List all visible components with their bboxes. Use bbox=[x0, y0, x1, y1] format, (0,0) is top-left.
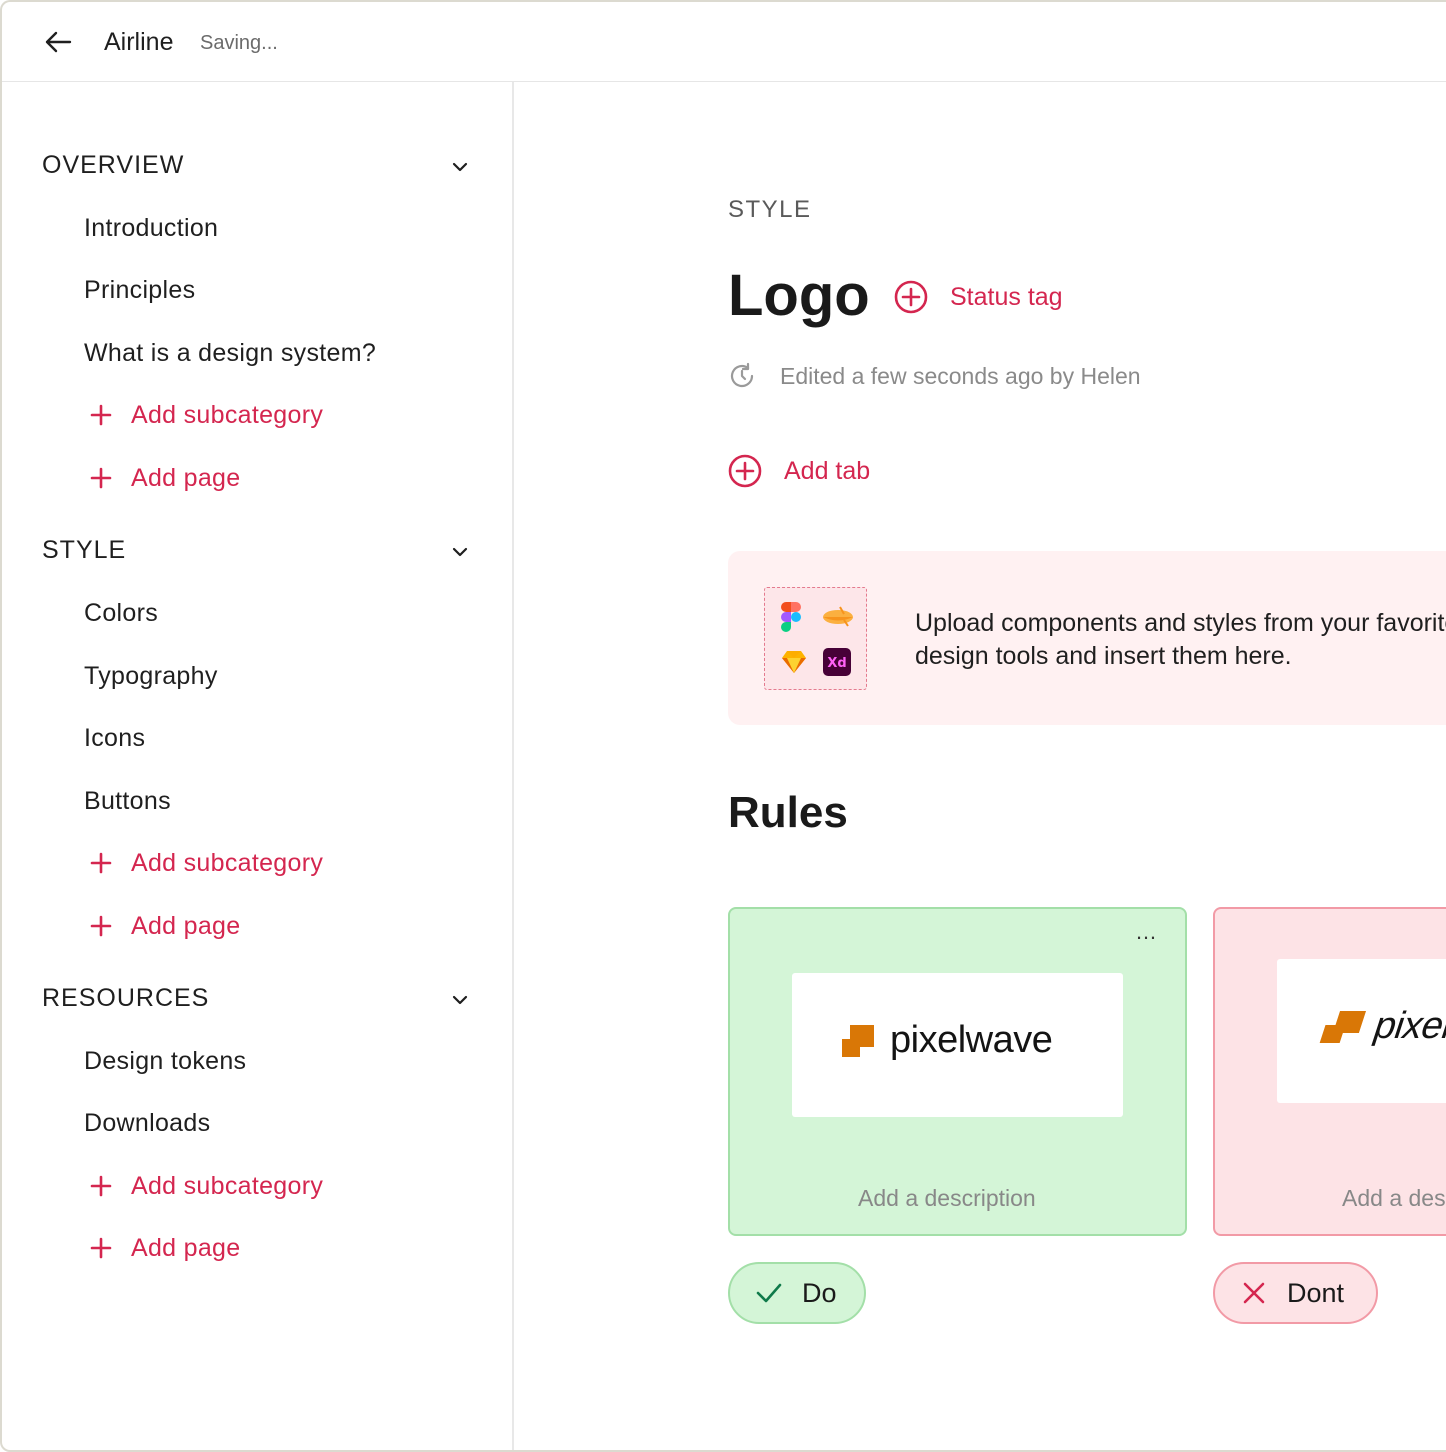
section-overview[interactable]: OVERVIEW bbox=[42, 145, 482, 185]
plus-icon bbox=[90, 1175, 112, 1197]
page-category: STYLE bbox=[728, 196, 812, 223]
add-tab-button[interactable]: Add tab bbox=[728, 454, 870, 488]
logo-wordmark: pixelwave bbox=[1368, 1005, 1446, 1047]
sidebar-item-icons[interactable]: Icons bbox=[84, 722, 145, 754]
rule-card-dont[interactable]: pixelwave Add a description bbox=[1213, 907, 1446, 1236]
chevron-down-icon bbox=[452, 162, 468, 172]
pixelwave-mark-icon bbox=[1319, 1010, 1367, 1043]
add-page-button[interactable]: Add page bbox=[90, 1232, 240, 1264]
section-style[interactable]: STYLE bbox=[42, 530, 482, 570]
status-tag-label: Status tag bbox=[950, 282, 1063, 311]
rules-heading: Rules bbox=[728, 788, 848, 837]
sidebar-item-buttons[interactable]: Buttons bbox=[84, 785, 171, 817]
chevron-down-icon bbox=[452, 995, 468, 1005]
logo-wordmark: pixelwave bbox=[890, 1019, 1053, 1061]
upload-banner[interactable]: Xd Upload components and styles from you… bbox=[728, 551, 1446, 725]
add-status-tag-button[interactable]: Status tag bbox=[894, 280, 1063, 314]
add-page-button[interactable]: Add page bbox=[90, 910, 240, 942]
add-page-label: Add page bbox=[131, 912, 241, 940]
plus-icon bbox=[90, 1237, 112, 1259]
abstract-icon bbox=[823, 606, 853, 627]
sidebar-item-downloads[interactable]: Downloads bbox=[84, 1107, 210, 1139]
add-subcategory-label: Add subcategory bbox=[131, 1172, 324, 1200]
save-status: Saving... bbox=[200, 32, 278, 54]
edit-history[interactable]: Edited a few seconds ago by Helen bbox=[728, 362, 1141, 390]
add-subcategory-button[interactable]: Add subcategory bbox=[90, 1170, 323, 1202]
sidebar-item-colors[interactable]: Colors bbox=[84, 597, 158, 629]
sketch-icon bbox=[782, 651, 806, 673]
do-label: Do bbox=[802, 1277, 837, 1308]
check-icon bbox=[756, 1283, 782, 1303]
description-placeholder[interactable]: Add a description bbox=[858, 1185, 1036, 1212]
figma-icon bbox=[781, 602, 801, 632]
pixelwave-logo: pixelwave bbox=[840, 1019, 1053, 1062]
dont-toggle-button[interactable]: Dont bbox=[1213, 1262, 1378, 1324]
plus-circle-icon bbox=[894, 280, 928, 314]
do-toggle-button[interactable]: Do bbox=[728, 1262, 866, 1324]
adobe-xd-icon: Xd bbox=[823, 648, 851, 676]
design-tools-dropzone[interactable]: Xd bbox=[764, 587, 867, 690]
section-resources[interactable]: RESOURCES bbox=[42, 978, 482, 1018]
logo-preview: pixelwave bbox=[1277, 959, 1446, 1103]
close-icon bbox=[1243, 1282, 1265, 1304]
upload-line-1: Upload components and styles from your f… bbox=[915, 609, 1446, 637]
rule-card-do[interactable]: … pixelwave Add a description bbox=[728, 907, 1187, 1236]
add-page-button[interactable]: Add page bbox=[90, 462, 240, 494]
plus-circle-icon bbox=[728, 454, 762, 488]
dont-label: Dont bbox=[1287, 1277, 1345, 1308]
page-title[interactable]: Logo bbox=[728, 262, 870, 330]
add-page-label: Add page bbox=[131, 1234, 241, 1262]
edited-text: Edited a few seconds ago by Helen bbox=[780, 362, 1141, 389]
history-icon bbox=[730, 362, 754, 388]
logo-preview: pixelwave bbox=[792, 973, 1123, 1117]
add-subcategory-button[interactable]: Add subcategory bbox=[90, 399, 323, 431]
arrow-left-icon bbox=[45, 31, 72, 53]
upload-line-2: design tools and insert them here. bbox=[915, 642, 1292, 670]
sidebar: OVERVIEW Introduction Principles What is… bbox=[2, 82, 514, 1450]
section-label: RESOURCES bbox=[42, 983, 210, 1012]
section-label: OVERVIEW bbox=[42, 150, 185, 179]
add-page-label: Add page bbox=[131, 464, 241, 492]
add-tab-label: Add tab bbox=[784, 456, 871, 485]
pixelwave-mark-icon bbox=[842, 1024, 874, 1057]
section-label: STYLE bbox=[42, 535, 127, 564]
description-placeholder[interactable]: Add a description bbox=[1342, 1185, 1446, 1212]
back-button[interactable] bbox=[40, 26, 76, 58]
plus-icon bbox=[90, 915, 112, 937]
app-window: Airline Saving... OVERVIEW Introduction … bbox=[0, 0, 1446, 1452]
plus-icon bbox=[90, 467, 112, 489]
sidebar-item-design-tokens[interactable]: Design tokens bbox=[84, 1045, 246, 1077]
sidebar-item-introduction[interactable]: Introduction bbox=[84, 212, 218, 244]
more-options-icon[interactable]: … bbox=[1135, 921, 1165, 945]
main-content: STYLE Logo Status tag Edited a few secon… bbox=[516, 82, 1446, 1450]
svg-text:Xd: Xd bbox=[827, 656, 846, 671]
pixelwave-logo-distorted: pixelwave bbox=[1314, 1005, 1446, 1048]
app-title: Airline bbox=[104, 28, 174, 56]
add-subcategory-label: Add subcategory bbox=[131, 849, 324, 877]
sidebar-item-what-is-a-design-system[interactable]: What is a design system? bbox=[84, 337, 376, 369]
plus-icon bbox=[90, 852, 112, 874]
add-subcategory-button[interactable]: Add subcategory bbox=[90, 847, 323, 879]
upload-instructions: Upload components and styles from your f… bbox=[915, 607, 1446, 673]
top-bar: Airline Saving... bbox=[2, 2, 1446, 82]
plus-icon bbox=[90, 404, 112, 426]
sidebar-item-principles[interactable]: Principles bbox=[84, 274, 195, 306]
sidebar-item-typography[interactable]: Typography bbox=[84, 660, 218, 692]
add-subcategory-label: Add subcategory bbox=[131, 401, 324, 429]
chevron-down-icon bbox=[452, 547, 468, 557]
